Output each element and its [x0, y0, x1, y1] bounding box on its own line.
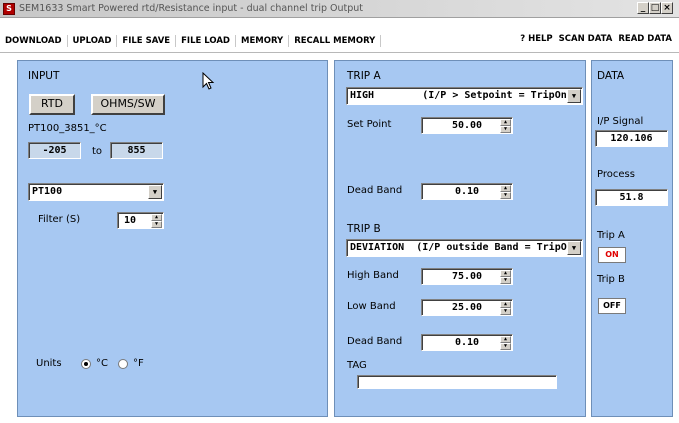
range-low-field: -205	[28, 142, 81, 159]
sensor-label: PT100_3851_°C	[28, 123, 107, 134]
tag-input[interactable]	[357, 375, 557, 389]
trip-a-heading: TRIP A	[347, 70, 381, 82]
input-panel: INPUT RTD OHMS/SW PT100_3851_°C -205 to …	[17, 60, 328, 417]
sensor-type-value: PT100	[32, 186, 63, 197]
set-point-spinner[interactable]: ▲ ▼	[500, 119, 511, 133]
unit-celsius-label: °C	[96, 358, 108, 369]
trip-a-label: Trip A	[597, 230, 625, 241]
dead-band-b-value: 0.10	[454, 337, 480, 348]
spin-down-icon[interactable]: ▼	[500, 192, 511, 199]
spin-up-icon[interactable]: ▲	[500, 336, 511, 343]
set-point-value: 50.00	[451, 120, 483, 131]
process-label: Process	[597, 169, 635, 180]
range-high-field: 855	[110, 142, 163, 159]
menu-recall-memory[interactable]: RECALL MEMORY	[289, 35, 382, 47]
spin-up-icon[interactable]: ▲	[500, 119, 511, 126]
low-band-value: 25.00	[451, 302, 483, 313]
spin-down-icon[interactable]: ▼	[500, 343, 511, 350]
set-point-field[interactable]: 50.00 ▲ ▼	[421, 117, 513, 134]
trip-b-mode-select[interactable]: DEVIATION (I/P outside Band = TripOn) ▼	[346, 239, 583, 257]
trip-a-mode-value: HIGH (I/P > Setpoint = TripOn)	[350, 90, 573, 101]
ohms-sw-button[interactable]: OHMS/SW	[91, 94, 165, 115]
menu-upload[interactable]: UPLOAD	[68, 35, 118, 47]
data-panel: DATA I/P Signal 120.106 Process 51.8 Tri…	[591, 60, 673, 417]
trip-b-label: Trip B	[597, 274, 625, 285]
set-point-label: Set Point	[347, 119, 392, 130]
high-band-label: High Band	[347, 270, 399, 281]
filter-label: Filter (S)	[38, 214, 81, 225]
low-band-label: Low Band	[347, 301, 396, 312]
trip-b-status: OFF	[598, 298, 626, 314]
dead-band-a-field[interactable]: 0.10 ▲ ▼	[421, 183, 513, 200]
filter-stepper[interactable]: 10 ▲ ▼	[117, 212, 164, 229]
maximize-icon[interactable]: □	[649, 2, 661, 14]
trip-a-status: ON	[598, 247, 626, 263]
high-band-spinner[interactable]: ▲ ▼	[500, 270, 511, 284]
close-icon[interactable]: ×	[661, 2, 673, 14]
spin-down-icon[interactable]: ▼	[500, 126, 511, 133]
trip-a-mode-select[interactable]: HIGH (I/P > Setpoint = TripOn) ▼	[346, 87, 583, 105]
mouse-cursor-icon	[202, 72, 215, 90]
menu-read-data[interactable]: READ DATA	[615, 33, 675, 45]
ip-signal-value: 120.106	[595, 130, 668, 147]
dead-band-b-field[interactable]: 0.10 ▲ ▼	[421, 334, 513, 351]
dead-band-b-spinner[interactable]: ▲ ▼	[500, 336, 511, 350]
ip-signal-label: I/P Signal	[597, 116, 644, 127]
minimize-icon[interactable]: _	[637, 2, 649, 14]
dead-band-a-value: 0.10	[454, 186, 480, 197]
filter-spinner[interactable]: ▲ ▼	[151, 214, 162, 228]
dead-band-b-label: Dead Band	[347, 336, 403, 347]
spin-down-icon[interactable]: ▼	[151, 221, 162, 228]
unit-fahrenheit-label: °F	[133, 358, 144, 369]
spin-down-icon[interactable]: ▼	[500, 308, 511, 315]
filter-value: 10	[124, 215, 137, 226]
rtd-button[interactable]: RTD	[29, 94, 75, 115]
spin-up-icon[interactable]: ▲	[151, 214, 162, 221]
range-to-label: to	[92, 146, 103, 157]
trip-b-mode-value: DEVIATION (I/P outside Band = TripOn)	[350, 242, 579, 253]
trip-b-heading: TRIP B	[347, 223, 381, 235]
spin-up-icon[interactable]: ▲	[500, 301, 511, 308]
spin-up-icon[interactable]: ▲	[500, 185, 511, 192]
spin-down-icon[interactable]: ▼	[500, 277, 511, 284]
process-value: 51.8	[595, 189, 668, 206]
unit-celsius-radio[interactable]	[81, 359, 91, 369]
dead-band-a-label: Dead Band	[347, 185, 403, 196]
chevron-down-icon[interactable]: ▼	[567, 89, 581, 103]
data-heading: DATA	[597, 70, 625, 82]
units-label: Units	[36, 358, 62, 369]
menu-divider	[0, 52, 679, 53]
low-band-field[interactable]: 25.00 ▲ ▼	[421, 299, 513, 316]
trip-panel: TRIP A HIGH (I/P > Setpoint = TripOn) ▼ …	[334, 60, 586, 417]
unit-fahrenheit-radio[interactable]	[118, 359, 128, 369]
app-icon: S	[3, 2, 15, 15]
spin-up-icon[interactable]: ▲	[500, 270, 511, 277]
input-heading: INPUT	[28, 70, 60, 82]
window-title: SEM1633 Smart Powered rtd/Resistance inp…	[19, 3, 364, 14]
window-controls: _ □ ×	[637, 2, 673, 14]
high-band-value: 75.00	[451, 271, 483, 282]
low-band-spinner[interactable]: ▲ ▼	[500, 301, 511, 315]
title-bar: S SEM1633 Smart Powered rtd/Resistance i…	[0, 0, 679, 18]
high-band-field[interactable]: 75.00 ▲ ▼	[421, 268, 513, 285]
chevron-down-icon[interactable]: ▼	[148, 185, 162, 199]
menu-download[interactable]: DOWNLOAD	[0, 35, 68, 47]
menu-file-load[interactable]: FILE LOAD	[176, 35, 236, 47]
menu-bar: DOWNLOAD UPLOAD FILE SAVE FILE LOAD MEMO…	[0, 33, 679, 49]
menu-file-save[interactable]: FILE SAVE	[117, 35, 177, 47]
tag-label: TAG	[347, 360, 367, 371]
sensor-type-select[interactable]: PT100 ▼	[28, 183, 164, 201]
menu-help[interactable]: ? HELP	[517, 33, 555, 45]
dead-band-a-spinner[interactable]: ▲ ▼	[500, 185, 511, 199]
menu-scan-data[interactable]: SCAN DATA	[556, 33, 616, 45]
menu-memory[interactable]: MEMORY	[236, 35, 290, 47]
chevron-down-icon[interactable]: ▼	[567, 241, 581, 255]
